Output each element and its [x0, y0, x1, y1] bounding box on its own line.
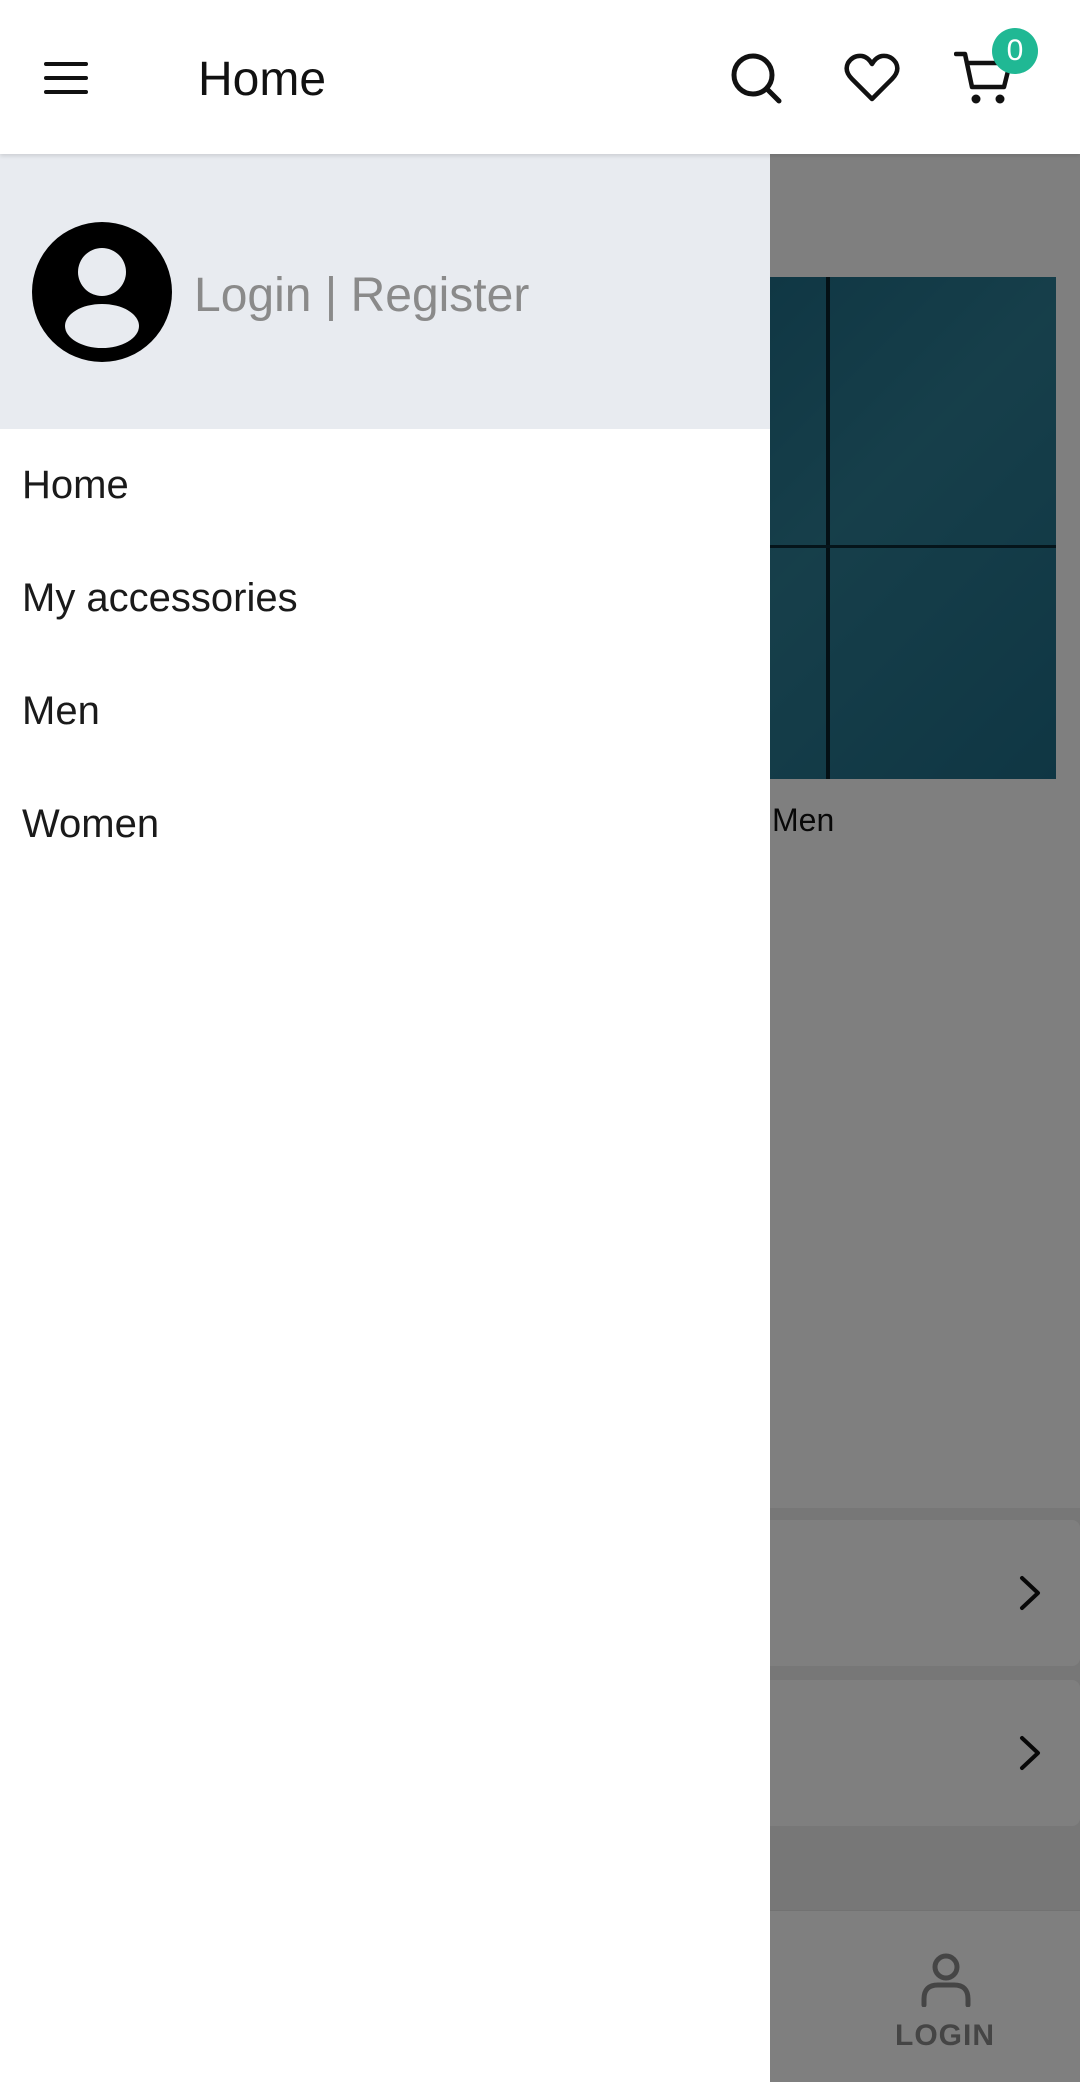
- menu-button[interactable]: [36, 50, 96, 106]
- navigation-drawer: Login | Register Home My accessories Men…: [0, 154, 770, 2082]
- heart-icon: [844, 53, 900, 102]
- search-button[interactable]: [724, 46, 788, 110]
- cart-count-badge: 0: [992, 28, 1038, 74]
- login-register-link[interactable]: Login | Register: [194, 266, 529, 326]
- search-icon: [731, 53, 782, 104]
- drawer-menu: Home My accessories Men Women: [0, 429, 770, 881]
- drawer-item-my-accessories[interactable]: My accessories: [0, 542, 770, 655]
- wishlist-button[interactable]: [840, 46, 904, 110]
- page-title: Home: [198, 53, 327, 106]
- drawer-item-women[interactable]: Women: [0, 768, 770, 881]
- account-circle-icon[interactable]: [32, 222, 172, 362]
- drawer-item-men[interactable]: Men: [0, 655, 770, 768]
- drawer-header: Login | Register: [0, 154, 770, 429]
- top-app-bar: Home 0: [0, 0, 1080, 154]
- drawer-item-home[interactable]: Home: [0, 429, 770, 542]
- menu-icon: [44, 62, 88, 94]
